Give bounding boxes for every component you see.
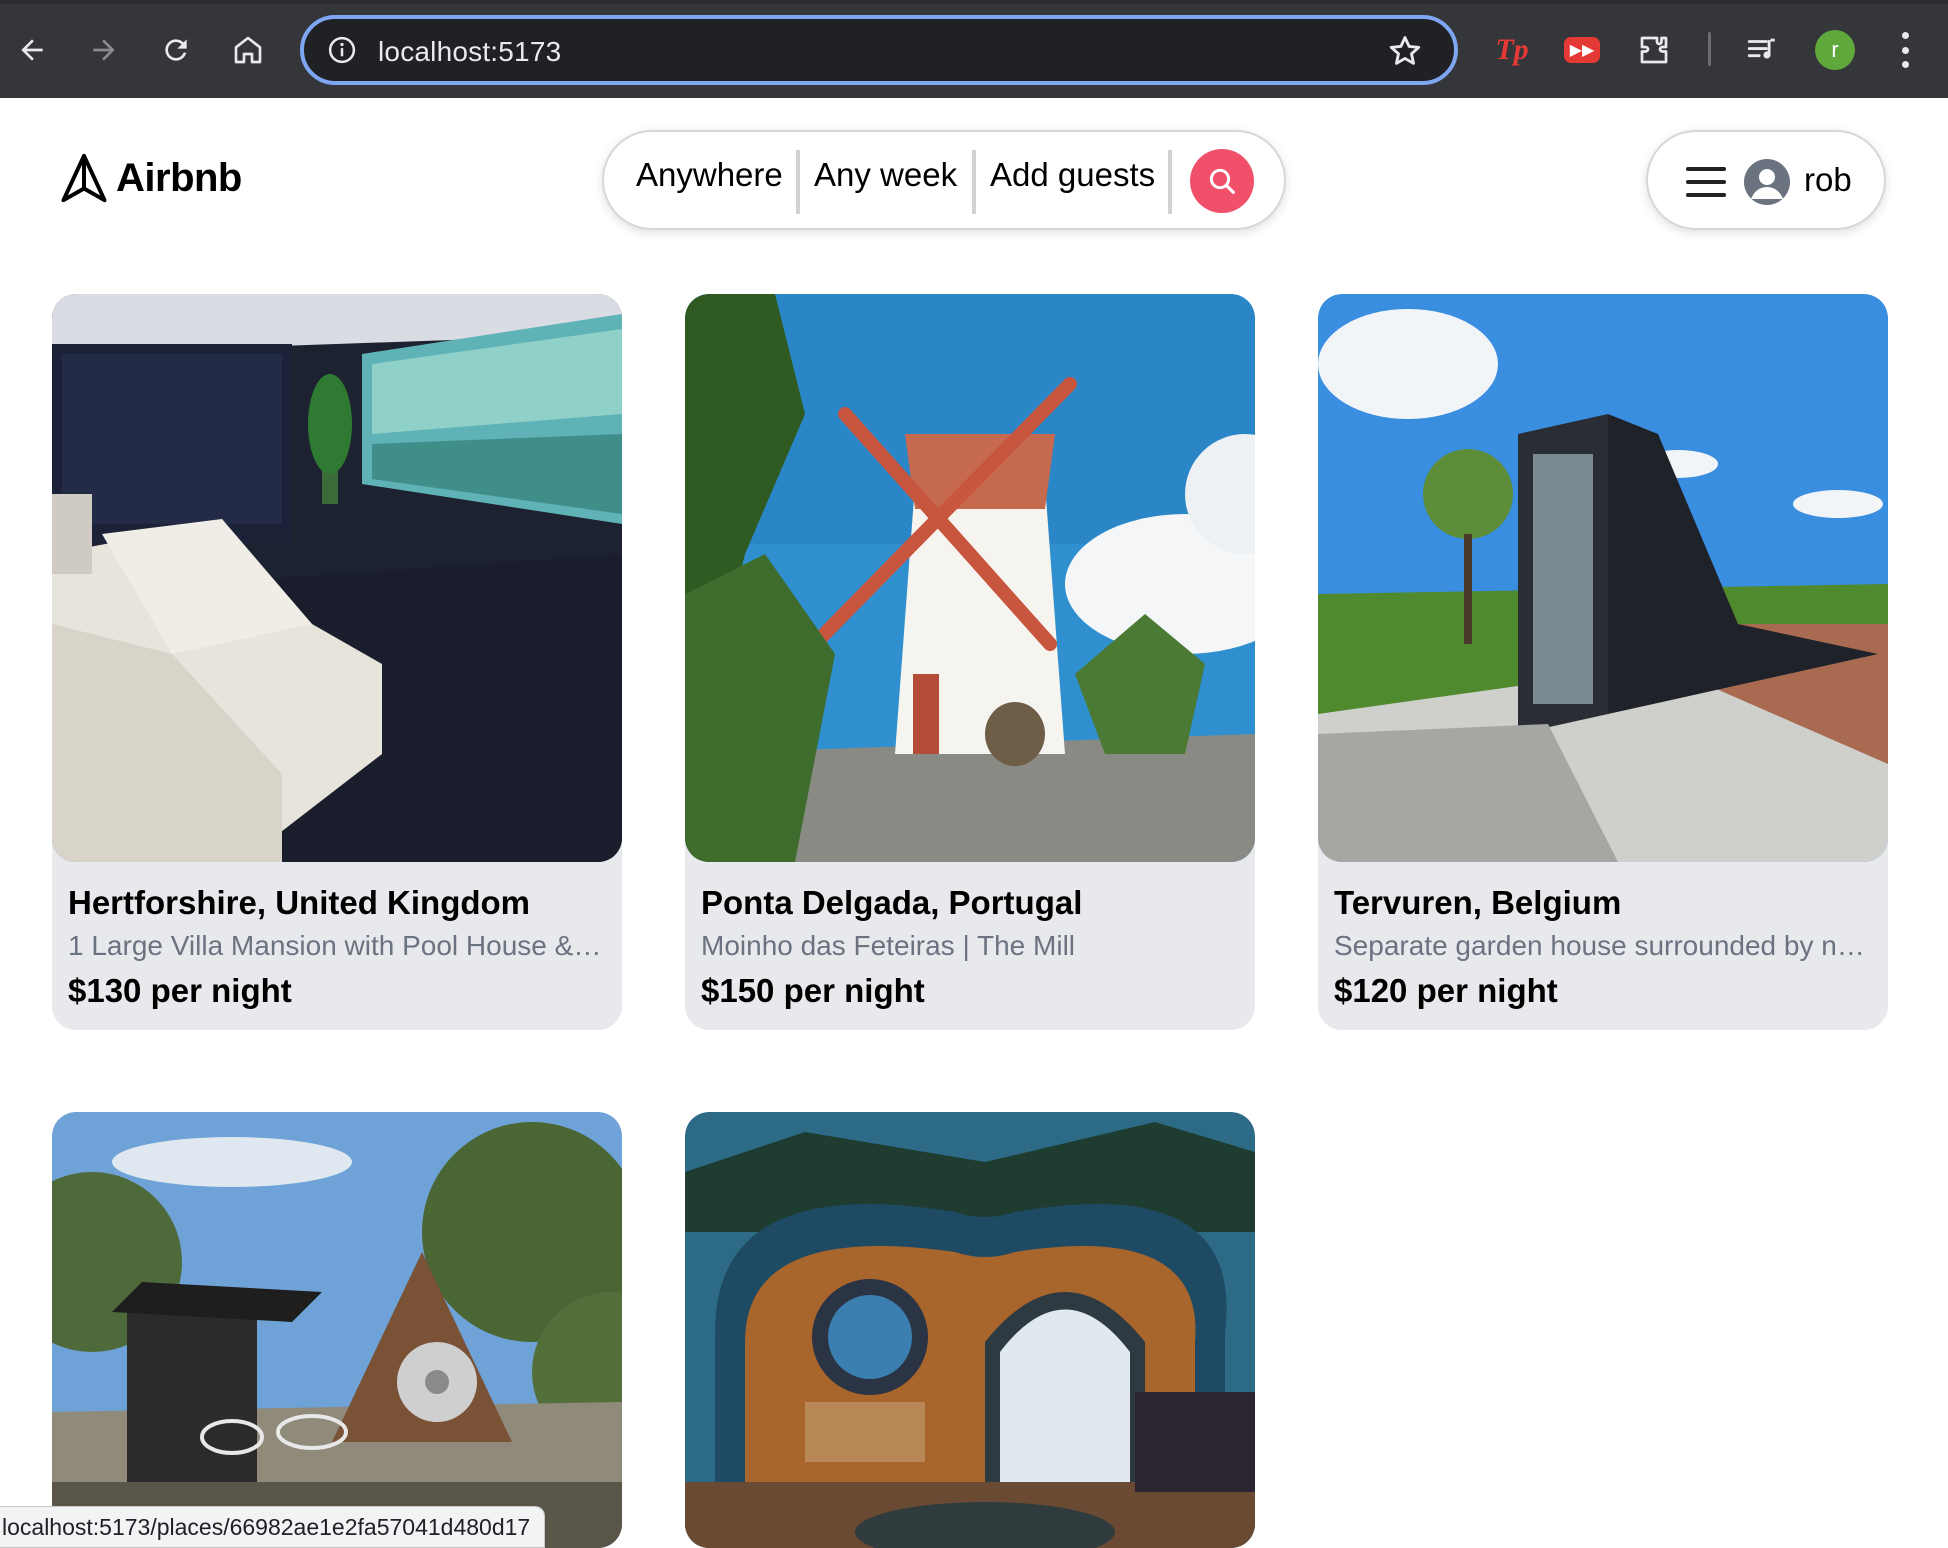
price-amount: $120 xyxy=(1334,972,1408,1009)
forward-button[interactable] xyxy=(78,24,130,76)
listing-price: $120 per night xyxy=(1334,972,1558,1010)
price-amount: $130 xyxy=(68,972,142,1009)
user-name: rob xyxy=(1804,161,1852,198)
extensions-puzzle-icon[interactable] xyxy=(1630,26,1678,74)
windmill-photo xyxy=(685,294,1255,862)
arrow-left-icon xyxy=(21,39,43,61)
youtube-extension-icon[interactable]: ▶▶ xyxy=(1558,26,1606,74)
back-button[interactable] xyxy=(6,24,58,76)
listing-photo[interactable] xyxy=(685,1112,1255,1548)
garden-house-photo xyxy=(1318,294,1888,862)
arrow-right-icon xyxy=(93,39,115,61)
logo-text: Airbnb xyxy=(116,155,242,200)
listing-card[interactable]: Tervuren, Belgium Separate garden house … xyxy=(1318,294,1888,1030)
listing-card[interactable] xyxy=(52,1112,622,1548)
listing-location: Hertforshire, United Kingdom xyxy=(68,884,531,921)
price-suffix: per night xyxy=(150,972,292,1009)
listing-card[interactable] xyxy=(685,1112,1255,1548)
listing-photo[interactable] xyxy=(685,294,1255,862)
paper-plane-logo-icon xyxy=(61,153,107,203)
media-queue-icon[interactable] xyxy=(1738,26,1786,74)
site-info-icon[interactable] xyxy=(324,32,360,68)
search-where[interactable]: Anywhere xyxy=(636,156,783,194)
reload-icon xyxy=(165,39,187,61)
listing-title: 1 Large Villa Mansion with Pool House & … xyxy=(68,930,608,961)
listing-card[interactable]: Hertforshire, United Kingdom 1 Large Vil… xyxy=(52,294,622,1030)
price-amount: $150 xyxy=(701,972,775,1009)
tp-extension-icon[interactable]: Tp xyxy=(1488,26,1536,74)
user-avatar-icon xyxy=(1744,159,1790,205)
home-button[interactable] xyxy=(222,24,274,76)
listing-photo[interactable] xyxy=(1318,294,1888,862)
search-when[interactable]: Any week xyxy=(814,156,957,194)
search-divider xyxy=(796,150,800,214)
address-url[interactable]: localhost:5173 xyxy=(378,36,561,68)
listing-card[interactable]: Ponta Delgada, Portugal Moinho das Fetei… xyxy=(685,294,1255,1030)
a-frame-cabin-photo xyxy=(52,1112,622,1548)
listing-photo[interactable] xyxy=(52,294,622,862)
reload-button[interactable] xyxy=(150,24,202,76)
listing-price: $150 per night xyxy=(701,972,925,1010)
browser-menu-icon[interactable] xyxy=(1890,28,1920,72)
profile-avatar[interactable]: r xyxy=(1815,30,1855,70)
search-who[interactable]: Add guests xyxy=(990,156,1155,194)
search-icon xyxy=(1209,168,1235,194)
hobbit-hut-photo xyxy=(685,1112,1255,1548)
browser-toolbar: localhost:5173 Tp ▶▶ r xyxy=(0,0,1948,98)
toolbar-separator xyxy=(1708,32,1711,66)
listing-location: Tervuren, Belgium xyxy=(1334,884,1622,921)
search-bar[interactable]: Anywhere Any week Add guests xyxy=(602,130,1286,230)
address-bar[interactable]: localhost:5173 xyxy=(300,15,1458,85)
listing-photo[interactable] xyxy=(52,1112,622,1548)
search-divider xyxy=(1168,150,1172,214)
home-icon xyxy=(234,36,262,64)
tab-strip xyxy=(0,0,1948,4)
user-menu-button[interactable]: rob xyxy=(1646,130,1886,230)
airbnb-logo[interactable]: Airbnb xyxy=(56,150,242,206)
link-status-bar: localhost:5173/places/66982ae1e2fa57041d… xyxy=(0,1506,546,1548)
home-cinema-photo xyxy=(52,294,622,862)
bookmark-star-icon[interactable] xyxy=(1386,32,1424,70)
listing-price: $130 per night xyxy=(68,972,292,1010)
hamburger-icon xyxy=(1686,167,1726,197)
listing-location: Ponta Delgada, Portugal xyxy=(701,884,1083,921)
price-suffix: per night xyxy=(783,972,925,1009)
price-suffix: per night xyxy=(1416,972,1558,1009)
listing-title: Moinho das Feteiras | The Mill xyxy=(701,930,1076,961)
listing-title: Separate garden house surrounded by natu… xyxy=(1334,930,1874,961)
search-button[interactable] xyxy=(1190,149,1254,213)
search-divider xyxy=(972,150,976,214)
